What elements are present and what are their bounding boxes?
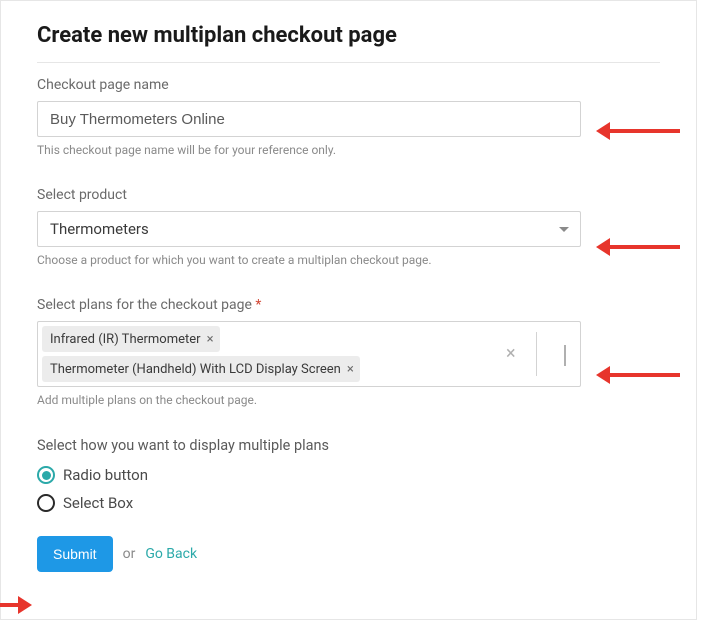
plan-tag: Infrared (IR) Thermometer × xyxy=(42,326,220,352)
annotation-arrow xyxy=(0,596,32,614)
annotation-arrow xyxy=(596,238,680,256)
tag-remove-icon[interactable]: × xyxy=(207,333,214,346)
product-select[interactable]: Thermometers xyxy=(37,211,581,247)
tags-area: Infrared (IR) Thermometer × Thermometer … xyxy=(38,322,518,386)
submit-button[interactable]: Submit xyxy=(37,536,113,572)
product-value: Thermometers xyxy=(50,220,149,238)
go-back-link[interactable]: Go Back xyxy=(145,546,197,562)
radio-label: Select Box xyxy=(63,494,133,512)
plan-tag: Thermometer (Handheld) With LCD Display … xyxy=(42,356,360,382)
plan-tag-label: Thermometer (Handheld) With LCD Display … xyxy=(50,362,341,377)
tag-remove-icon[interactable]: × xyxy=(347,363,354,376)
radio-icon-selected xyxy=(37,466,55,484)
product-hint: Choose a product for which you want to c… xyxy=(37,253,660,267)
clear-all-icon[interactable]: × xyxy=(506,345,516,363)
display-field-block: Select how you want to display multiple … xyxy=(37,437,660,512)
name-field-block: Checkout page name This checkout page na… xyxy=(37,77,660,157)
radio-option-radio-button[interactable]: Radio button xyxy=(37,466,660,484)
form-panel: Create new multiplan checkout page Check… xyxy=(0,0,697,620)
plans-label-text: Select plans for the checkout page xyxy=(37,297,252,313)
name-input[interactable] xyxy=(37,101,581,137)
name-hint: This checkout page name will be for your… xyxy=(37,143,660,157)
radio-label: Radio button xyxy=(63,466,148,484)
annotation-arrow xyxy=(596,366,680,384)
product-label: Select product xyxy=(37,187,660,203)
multiselect-controls: × xyxy=(518,322,580,386)
required-marker: * xyxy=(255,297,261,313)
or-text: or xyxy=(123,546,136,562)
radio-option-select-box[interactable]: Select Box xyxy=(37,494,660,512)
plans-field-block: Select plans for the checkout page * Inf… xyxy=(37,297,660,407)
name-label: Checkout page name xyxy=(37,77,660,93)
plans-label: Select plans for the checkout page * xyxy=(37,297,660,313)
annotation-arrow xyxy=(596,122,680,140)
display-label: Select how you want to display multiple … xyxy=(37,437,660,454)
plans-hint: Add multiple plans on the checkout page. xyxy=(37,393,660,407)
radio-icon-unselected xyxy=(37,494,55,512)
divider xyxy=(37,62,660,63)
product-field-block: Select product Thermometers Choose a pro… xyxy=(37,187,660,267)
caret-down-icon xyxy=(554,219,574,239)
divider xyxy=(536,332,537,376)
page-title: Create new multiplan checkout page xyxy=(37,23,660,48)
actions-row: Submit or Go Back xyxy=(37,536,660,572)
chevron-down-icon[interactable] xyxy=(564,345,566,364)
plan-tag-label: Infrared (IR) Thermometer xyxy=(50,332,201,347)
plans-multiselect[interactable]: Infrared (IR) Thermometer × Thermometer … xyxy=(37,321,581,387)
